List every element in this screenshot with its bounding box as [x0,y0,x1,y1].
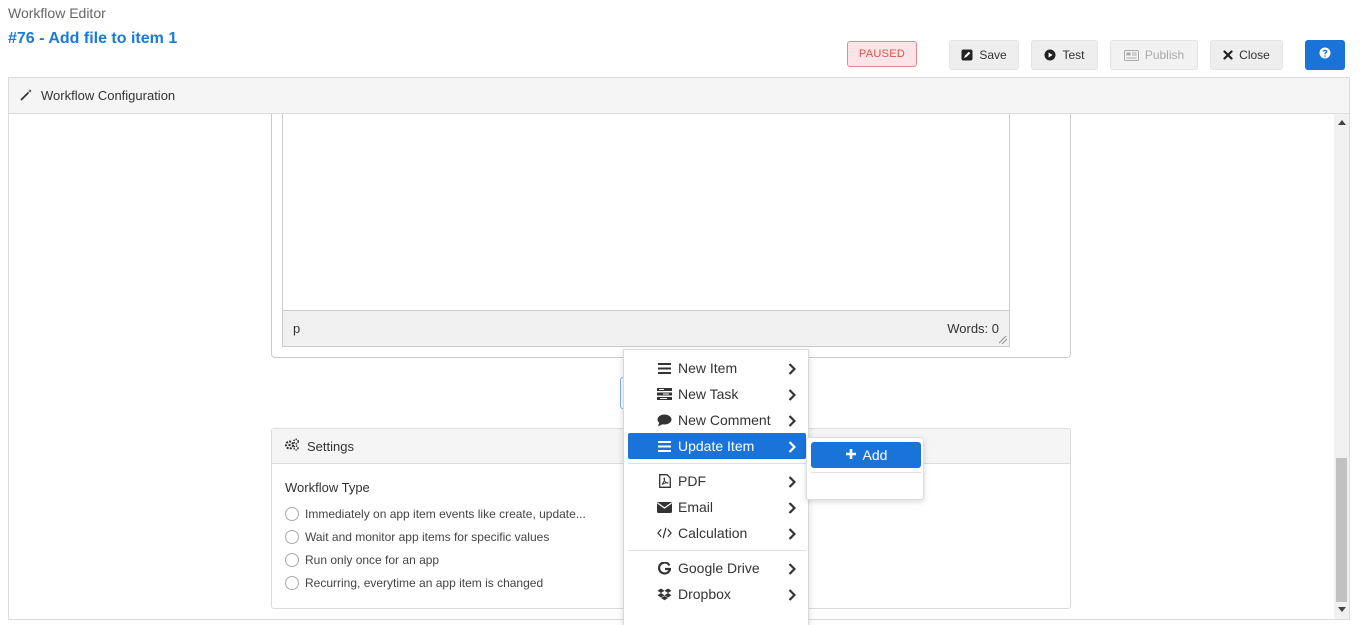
menu-item-email[interactable]: Email [628,494,806,520]
newspaper-icon [1123,49,1139,61]
editor-statusbar: p Words: 0 [282,310,1010,347]
radio-button[interactable] [285,553,299,567]
menu-item-update-item[interactable]: Update Item [628,433,806,459]
close-icon [1223,50,1233,60]
status-badge: PAUSED [847,41,917,67]
menu-item-label: Update Item [678,438,755,454]
play-icon [1044,49,1056,61]
chevron-right-icon [788,388,797,404]
radio-button[interactable] [285,507,299,521]
chevron-right-icon [788,414,797,430]
radio-button[interactable] [285,576,299,590]
close-label: Close [1239,48,1270,62]
panel-title: Workflow Configuration [41,88,176,103]
breadcrumb: Workflow Editor [8,5,106,21]
chevron-right-icon [788,501,797,517]
envelope-icon [657,500,672,514]
submenu-divider [811,472,921,473]
menu-item-google-drive[interactable]: Google Drive [628,555,806,581]
option-label: Recurring, everytime an app item is chan… [305,576,544,590]
test-label: Test [1062,48,1085,62]
menu-item-new-task[interactable]: New Task [628,381,806,407]
menu-item-label: New Task [678,386,739,402]
workflow-type-option[interactable]: Wait and monitor app items for specific … [285,530,549,544]
save-icon [961,49,973,61]
rich-text-editor[interactable] [282,114,1010,310]
dropbox-icon [657,587,672,601]
chevron-right-icon [788,562,797,578]
chevron-right-icon [788,588,797,604]
code-icon [657,526,672,540]
save-label: Save [979,48,1007,62]
menu-item-label: Google Drive [678,560,760,576]
option-label: Immediately on app item events like crea… [305,507,586,521]
add-label: Add [862,447,888,463]
menu-item-label: New Item [678,360,738,376]
tasks-icon [657,387,672,401]
list-icon [657,361,672,375]
chevron-right-icon [788,527,797,543]
scrollbar[interactable] [1334,114,1349,619]
publish-label: Publish [1144,48,1185,62]
test-button[interactable]: Test [1031,40,1098,70]
chevron-right-icon [788,362,797,378]
add-button[interactable]: Add [811,442,921,468]
scroll-down-arrow-icon[interactable] [1338,607,1346,612]
menu-item-label: Dropbox [678,586,731,602]
chevron-right-icon [788,475,797,491]
menu-item-dropbox[interactable]: Dropbox [628,581,806,607]
menu-divider [628,550,806,551]
element-path[interactable]: p [293,321,300,336]
comment-icon [657,413,672,427]
menu-item-label: Calculation [678,525,748,541]
panel-header: Workflow Configuration [9,78,1349,114]
plus-icon [845,447,857,463]
save-button[interactable]: Save [949,40,1019,70]
settings-title: Settings [307,438,354,454]
menu-item-pdf[interactable]: PDF [628,468,806,494]
close-button[interactable]: Close [1210,40,1283,70]
menu-item-new-item[interactable]: New Item [628,355,806,381]
help-button[interactable] [1305,40,1345,70]
magic-wand-icon [20,88,33,104]
cogs-icon [284,438,300,454]
menu-item-label: New Comment [678,412,771,428]
workflow-type-label: Workflow Type [285,480,370,495]
menu-divider [628,463,806,464]
workflow-type-option[interactable]: Recurring, everytime an app item is chan… [285,576,543,590]
workflow-type-option[interactable]: Immediately on app item events like crea… [285,507,586,521]
list-icon [657,439,672,453]
menu-item-label: PDF [678,473,706,489]
option-label: Run only once for an app [305,553,440,567]
scroll-up-arrow-icon[interactable] [1338,120,1346,125]
question-icon [1319,46,1331,64]
pdf-icon [657,474,672,488]
add-step-dropdown-menu: New Item New Task New Comment Update Ite… [623,349,809,625]
radio-button[interactable] [285,530,299,544]
resize-grip-icon[interactable] [999,336,1007,344]
chevron-right-icon [788,440,797,456]
update-item-submenu: Add [806,437,924,500]
option-label: Wait and monitor app items for specific … [305,530,550,544]
word-count: Words: 0 [947,321,999,336]
workflow-type-option[interactable]: Run only once for an app [285,553,439,567]
scrollbar-thumb[interactable] [1336,458,1347,602]
menu-item-calculation[interactable]: Calculation [628,520,806,546]
page-title: #76 - Add file to item 1 [8,30,178,47]
menu-item-new-comment[interactable]: New Comment [628,407,806,433]
google-icon [657,561,672,575]
publish-button[interactable]: Publish [1110,40,1198,70]
menu-item-label: Email [678,499,714,515]
